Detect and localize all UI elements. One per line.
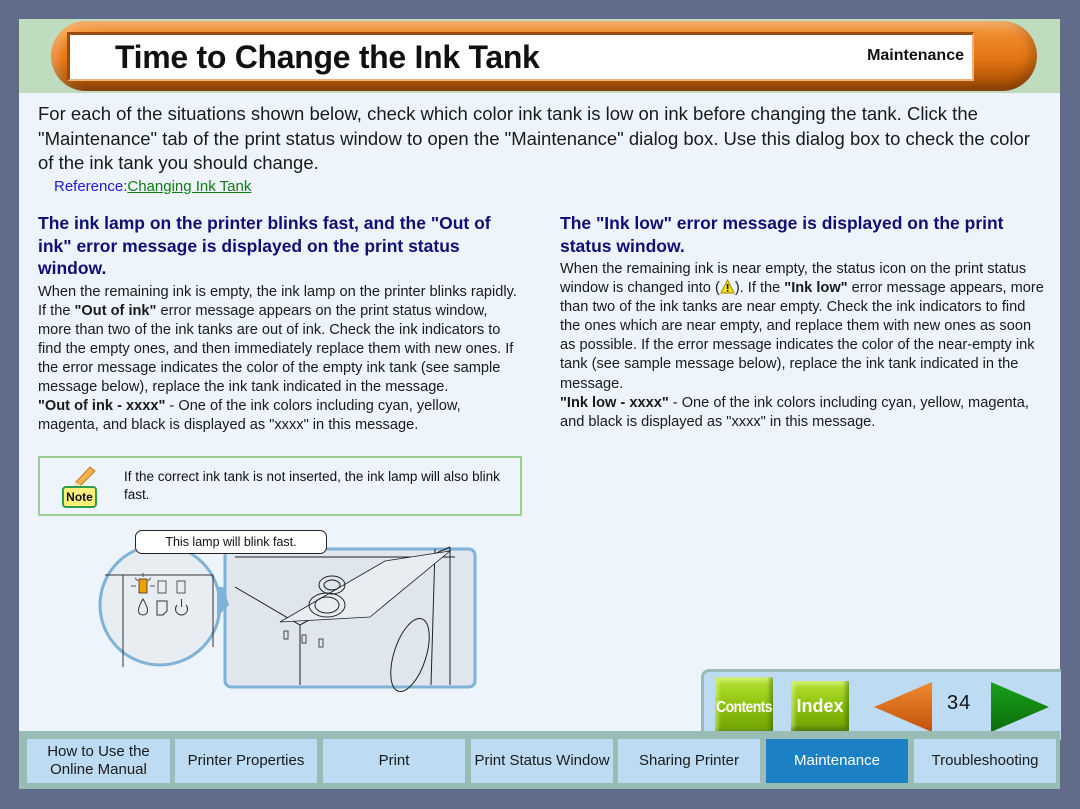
note-box: Note If the correct ink tank is not inse… — [38, 456, 522, 516]
contents-button[interactable]: Contents — [715, 677, 773, 735]
pencil-icon — [74, 466, 96, 486]
body-text: ). If the — [734, 280, 785, 297]
index-button[interactable]: Index — [791, 681, 849, 731]
reference-label: Reference: — [54, 178, 128, 195]
ink-lamp-lit — [138, 578, 148, 594]
ink-low-sample: "Ink low - xxxx" - One of the ink colors… — [560, 394, 1045, 432]
page-title: Time to Change the Ink Tank — [115, 39, 540, 75]
sample-message: "Out of ink - xxxx" — [38, 398, 166, 415]
tab-troubleshooting[interactable]: Troubleshooting — [914, 739, 1056, 783]
tab-printer-properties[interactable]: Printer Properties — [175, 739, 317, 783]
tab-how-to-use[interactable]: How to Use the Online Manual — [27, 739, 170, 783]
tab-print-status-window[interactable]: Print Status Window — [471, 739, 613, 783]
page-navigation: Contents Index 34 — [701, 669, 1061, 740]
sample-message: "Ink low - xxxx" — [560, 394, 669, 411]
warning-icon — [720, 278, 735, 294]
ink-low-body: When the remaining ink is near empty, th… — [560, 260, 1045, 394]
body-bold: "Out of ink" — [74, 302, 157, 319]
out-of-ink-section: The ink lamp on the printer blinks fast,… — [38, 212, 523, 435]
lamp-callout: This lamp will blink fast. — [135, 530, 327, 554]
page-number: 34 — [947, 692, 972, 714]
out-of-ink-body: When the remaining ink is empty, the ink… — [38, 283, 523, 398]
header-band: Time to Change the Ink Tank Maintenance — [19, 19, 1060, 93]
next-page-arrow-icon[interactable] — [989, 680, 1051, 734]
out-of-ink-heading: The ink lamp on the printer blinks fast,… — [38, 213, 491, 278]
body-bold: "Ink low" — [784, 280, 848, 297]
intro-paragraph: For each of the situations shown below, … — [38, 103, 1030, 173]
out-of-ink-sample: "Out of ink - xxxx" - One of the ink col… — [38, 397, 523, 435]
tab-maintenance[interactable]: Maintenance — [766, 739, 908, 783]
note-text: If the correct ink tank is not inserted,… — [124, 469, 500, 502]
note-icon: Note — [58, 466, 97, 508]
tab-sharing-printer[interactable]: Sharing Printer — [618, 739, 760, 783]
reference: Reference:Changing Ink Tank — [54, 178, 251, 195]
reference-link[interactable]: Changing Ink Tank — [127, 178, 251, 195]
ink-low-section: The "Ink low" error message is displayed… — [560, 212, 1045, 432]
manual-page: Time to Change the Ink Tank Maintenance … — [19, 19, 1061, 789]
prev-page-arrow-icon[interactable] — [872, 680, 934, 734]
body-text: error message appears, more than two of … — [560, 280, 1044, 392]
magnified-circle — [98, 543, 222, 667]
title-box: Time to Change the Ink Tank Maintenance — [67, 32, 974, 81]
chapter-tabs: How to Use the Online Manual Printer Pro… — [19, 731, 1060, 789]
ink-low-heading: The "Ink low" error message is displayed… — [560, 213, 1004, 256]
note-tag: Note — [62, 486, 97, 508]
section-label: Maintenance — [867, 47, 964, 64]
tab-print[interactable]: Print — [323, 739, 465, 783]
